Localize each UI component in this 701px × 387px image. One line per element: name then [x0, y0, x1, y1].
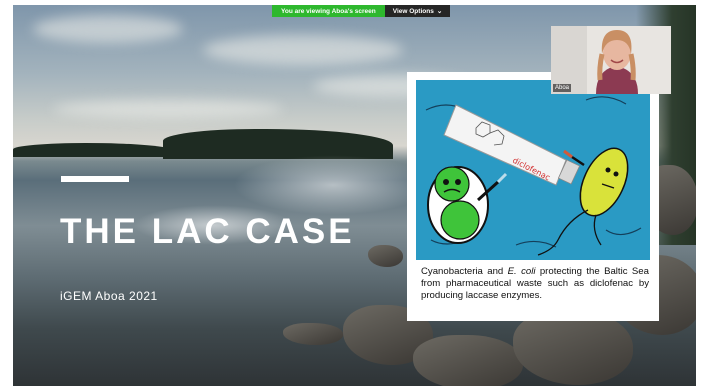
- viewing-screen-label: You are viewing Aboa's screen: [272, 5, 385, 17]
- caption-italic-organism: E. coli: [507, 266, 536, 277]
- view-options-label: View Options: [392, 7, 434, 15]
- view-options-button[interactable]: View Options ⌄: [384, 5, 451, 17]
- screen-share-banner: You are viewing Aboa's screen View Optio…: [272, 5, 451, 17]
- illustration-card: diclofenac Cyanobacteria and E. coli pro…: [407, 72, 659, 321]
- participant-video[interactable]: Aboa: [551, 26, 671, 94]
- chevron-down-icon: ⌄: [436, 8, 443, 15]
- illustration-caption: Cyanobacteria and E. coli protecting the…: [421, 266, 649, 302]
- illustration: diclofenac: [416, 80, 650, 260]
- slide-subtitle: iGEM Aboa 2021: [60, 289, 158, 303]
- slide-title: THE LAC CASE: [60, 212, 355, 251]
- title-accent-bar: [61, 176, 129, 182]
- participant-name: Aboa: [553, 84, 572, 92]
- caption-text-start: Cyanobacteria and: [421, 266, 508, 277]
